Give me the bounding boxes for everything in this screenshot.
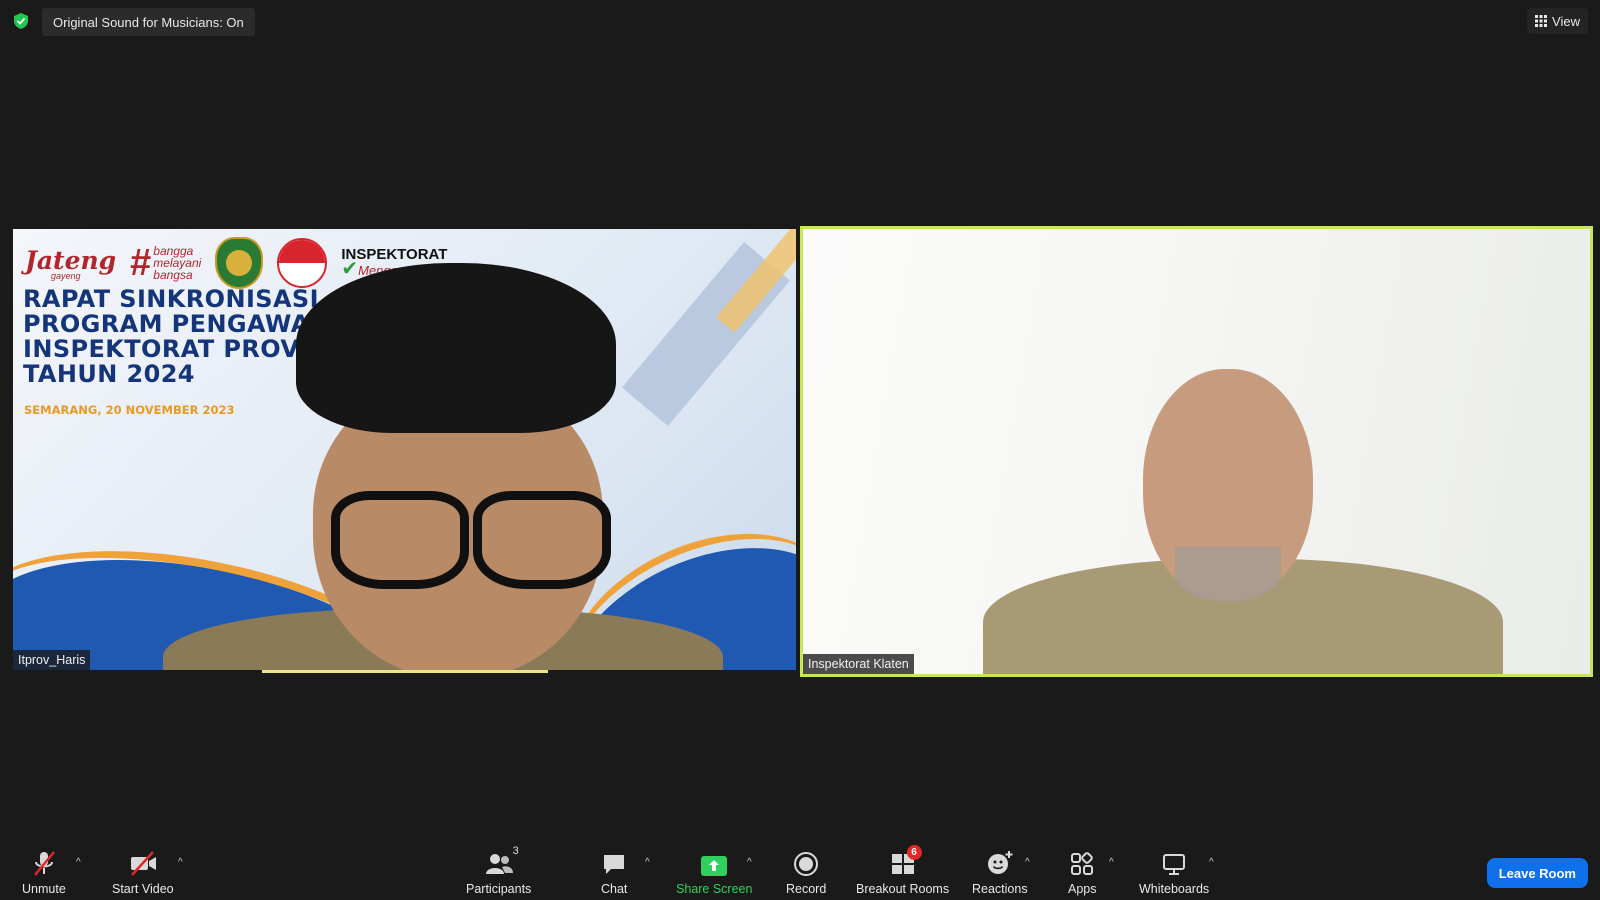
- bangga-melayani-logo: # bangga melayani bangsa: [130, 242, 202, 284]
- speaking-indicator: [262, 670, 548, 673]
- chat-bubble-icon: [604, 855, 625, 874]
- unmute-button[interactable]: Unmute: [22, 847, 66, 896]
- share-screen-icon: [701, 856, 728, 876]
- share-screen-label: Share Screen: [676, 882, 753, 896]
- encryption-shield-icon[interactable]: [12, 12, 30, 30]
- microphone-muted-icon: [33, 851, 55, 876]
- breakout-rooms-badge: 6: [906, 845, 922, 860]
- original-sound-label: Original Sound for Musicians: On: [53, 14, 244, 30]
- participant-glasses: [473, 491, 611, 589]
- meeting-controls-toolbar: Unmute ^ Start Video ^ 3 Participants Ch…: [0, 834, 1600, 900]
- leave-room-button[interactable]: Leave Room: [1486, 858, 1588, 888]
- participant-name-tag: Itprov_Haris: [13, 650, 91, 670]
- view-label: View: [1552, 13, 1580, 29]
- apps-button[interactable]: Apps: [1068, 847, 1097, 896]
- breakout-rooms-label: Breakout Rooms: [856, 882, 950, 896]
- original-sound-badge[interactable]: Original Sound for Musicians: On: [42, 8, 255, 36]
- province-seal-logo: [215, 237, 264, 289]
- reactions-button[interactable]: Reactions: [972, 847, 1028, 896]
- share-screen-button[interactable]: Share Screen: [676, 847, 752, 896]
- whiteboard-icon: [1163, 854, 1186, 875]
- participants-count: 3: [512, 845, 519, 857]
- video-tile-itprov-haris[interactable]: Jateng gayeng # bangga melayani bangsa I…: [13, 229, 796, 670]
- apps-label: Apps: [1068, 882, 1097, 896]
- record-icon: [794, 852, 819, 876]
- chat-button[interactable]: Chat: [601, 847, 627, 896]
- jateng-logo: Jateng gayeng: [25, 245, 117, 281]
- video-tile-inspektorat-klaten[interactable]: Inspektorat Klaten: [800, 226, 1593, 677]
- zoom-meeting-window: Original Sound for Musicians: On View Ja…: [0, 0, 1600, 900]
- chat-options-chevron-up-icon[interactable]: ^: [645, 857, 650, 868]
- whiteboards-label: Whiteboards: [1139, 882, 1210, 896]
- reactions-label: Reactions: [972, 882, 1028, 896]
- video-camera-off-icon: [130, 851, 156, 876]
- record-label: Record: [786, 882, 827, 896]
- view-button[interactable]: View: [1527, 8, 1588, 34]
- reactions-smiley-icon: [987, 851, 1013, 874]
- participants-button[interactable]: 3 Participants: [466, 845, 532, 896]
- grid-icon: [1535, 15, 1548, 27]
- start-video-button[interactable]: Start Video: [112, 847, 174, 896]
- participants-icon: [485, 854, 513, 874]
- reactions-options-chevron-up-icon[interactable]: ^: [1025, 857, 1030, 868]
- apps-options-chevron-up-icon[interactable]: ^: [1109, 857, 1114, 868]
- participants-label: Participants: [466, 882, 532, 896]
- banner-title: RAPAT SINKRONISASI PROGRAM PENGAWAS INSP…: [23, 285, 328, 388]
- record-button[interactable]: Record: [786, 847, 826, 896]
- unmute-label: Unmute: [22, 882, 66, 896]
- share-options-chevron-up-icon[interactable]: ^: [747, 857, 752, 868]
- participant-video-beard: [1175, 547, 1281, 602]
- participant-video-hair: [296, 263, 616, 433]
- participant-name-tag: Inspektorat Klaten: [803, 654, 914, 674]
- chat-label: Chat: [601, 882, 628, 896]
- video-options-chevron-up-icon[interactable]: ^: [178, 857, 183, 868]
- audio-options-chevron-up-icon[interactable]: ^: [76, 857, 81, 868]
- korpri-logo: [277, 238, 328, 288]
- whiteboards-options-chevron-up-icon[interactable]: ^: [1209, 857, 1214, 868]
- whiteboards-button[interactable]: Whiteboards: [1139, 847, 1209, 896]
- banner-date: SEMARANG, 20 NOVEMBER 2023: [24, 403, 235, 417]
- start-video-label: Start Video: [112, 882, 174, 896]
- apps-icon: [1071, 852, 1094, 875]
- breakout-rooms-button[interactable]: 6 Breakout Rooms: [856, 845, 950, 896]
- participant-glasses: [331, 491, 469, 589]
